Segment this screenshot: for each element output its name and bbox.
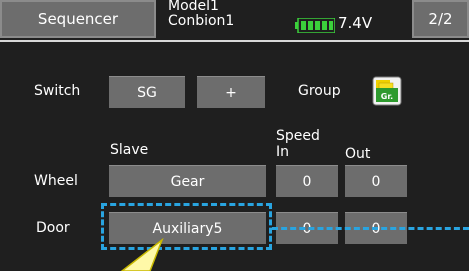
row-label-door: Door — [36, 220, 70, 236]
battery-icon — [295, 18, 335, 33]
page-indicator-button[interactable]: 2/2 — [412, 0, 469, 38]
model-name: Model1 — [168, 0, 219, 14]
slave-select-button-wheel[interactable]: Gear — [109, 165, 266, 197]
screen-title: Sequencer — [37, 10, 119, 28]
switch-label: Switch — [34, 83, 81, 99]
battery-voltage: 7.4V — [338, 14, 373, 32]
switch-mode-button[interactable]: + — [197, 76, 265, 108]
speed-out-value-wheel: 0 — [371, 173, 381, 190]
model-info: Model1 Conbion1 — [168, 0, 234, 29]
group-label: Group — [298, 83, 341, 99]
header-divider — [0, 40, 469, 42]
switch-value: SG — [137, 84, 157, 101]
screen-title-button[interactable]: Sequencer — [0, 0, 156, 38]
callout-pointer — [120, 238, 164, 271]
model-type: Conbion1 — [168, 13, 235, 29]
out-column-header: Out — [345, 146, 371, 162]
slave-value-wheel: Gear — [170, 173, 205, 190]
slave-column-header: Slave — [110, 142, 149, 158]
group-icon: Gr. — [372, 76, 402, 106]
switch-select-button[interactable]: SG — [109, 76, 185, 108]
highlight-connector-line — [272, 227, 469, 230]
speed-column-header: Speed — [276, 128, 320, 144]
group-icon-text: Gr. — [381, 92, 393, 101]
page-indicator: 2/2 — [428, 10, 453, 28]
speed-out-button-wheel[interactable]: 0 — [345, 165, 407, 197]
group-button[interactable]: Gr. — [372, 76, 402, 106]
speed-in-value-wheel: 0 — [302, 173, 312, 190]
in-column-header: In — [276, 144, 290, 160]
speed-in-button-wheel[interactable]: 0 — [276, 165, 338, 197]
row-label-wheel: Wheel — [34, 173, 78, 189]
switch-mode-value: + — [225, 84, 237, 101]
